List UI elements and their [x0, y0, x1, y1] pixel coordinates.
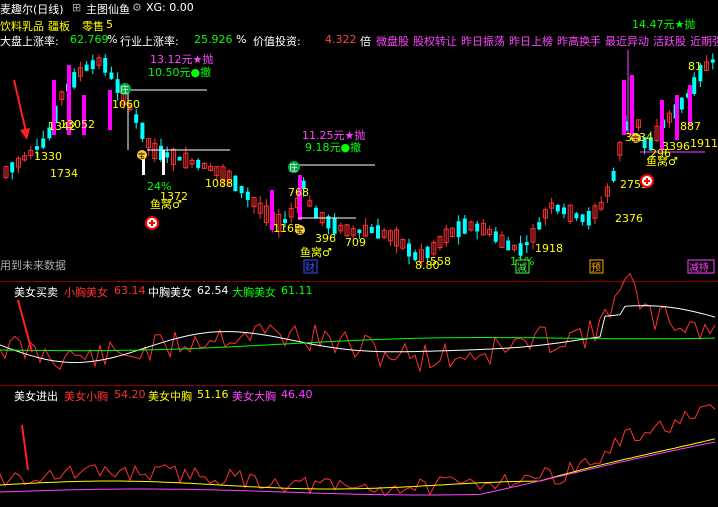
- series-line-medium: [0, 438, 716, 490]
- arrow-annotation: [17, 299, 33, 353]
- arrow-annotation: [21, 424, 29, 471]
- series-line-small: [0, 272, 716, 372]
- indicator-panel-buysell[interactable]: [0, 0, 718, 507]
- series-line-large: [0, 337, 716, 352]
- series-line-small: [0, 404, 716, 497]
